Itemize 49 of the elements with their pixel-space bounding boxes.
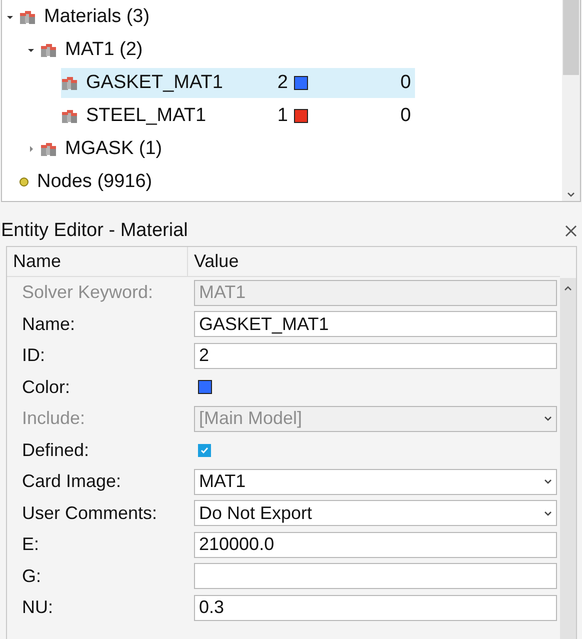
color-swatch[interactable] [198,380,212,394]
property-label: User Comments: [21,502,158,524]
scroll-up-icon [563,284,573,292]
input-field[interactable]: 2 [194,342,557,369]
checkbox[interactable] [198,444,211,457]
scrollbar[interactable] [562,0,580,201]
input-field[interactable] [194,563,557,590]
dropdown[interactable]: Do Not Export [194,500,557,526]
property-label: NU: [21,597,54,618]
input-field[interactable]: 210000.0 [194,532,557,558]
count-text: 0 [399,104,411,126]
input-field[interactable]: 0.3 [194,594,557,621]
tree-label: STEEL_MAT1 [86,104,208,126]
input-field[interactable]: GASKET_MAT1 [194,311,557,338]
property-label: E: [21,534,40,556]
property-label: Include: [21,408,86,430]
scrollbar[interactable] [560,278,576,639]
property-label: Solver Keyword: [21,282,154,304]
property-label: Defined: [21,440,90,461]
collapsed-arrow-icon[interactable] [27,144,35,152]
tree-item[interactable]: GASKET_MAT1 2 0 [61,68,415,98]
material-icon [61,108,78,124]
material-icon [40,140,57,156]
tree-item[interactable]: STEEL_MAT1 1 0 [61,100,415,130]
id-text: 1 [276,104,288,126]
dropdown[interactable]: MAT1 [194,468,557,495]
tree-label[interactable]: Materials (3) [44,6,150,28]
panel-title: Entity Editor - Material [1,220,188,242]
column-header: Value [193,251,239,272]
material-icon [40,42,57,58]
count-text: 0 [399,72,411,94]
property-label: Color: [21,376,72,398]
tree-label[interactable]: Nodes (9916) [37,170,152,192]
material-icon [61,74,78,90]
tree-label[interactable]: MGASK (1) [65,138,162,160]
scroll-down-icon [566,190,576,198]
property-label: ID: [21,345,46,366]
property-label: G: [21,566,42,587]
property-label: Card Image: [21,471,122,492]
property-label: Name: [21,314,76,335]
close-icon[interactable] [564,224,578,238]
material-icon [19,8,36,24]
tree-label: GASKET_MAT1 [86,72,224,94]
scroll-thumb[interactable] [563,0,579,75]
id-text: 2 [276,72,288,94]
node-icon [19,176,29,186]
check-icon [200,446,209,455]
tree-label[interactable]: MAT1 (2) [65,38,143,60]
column-header: Name [12,251,62,272]
